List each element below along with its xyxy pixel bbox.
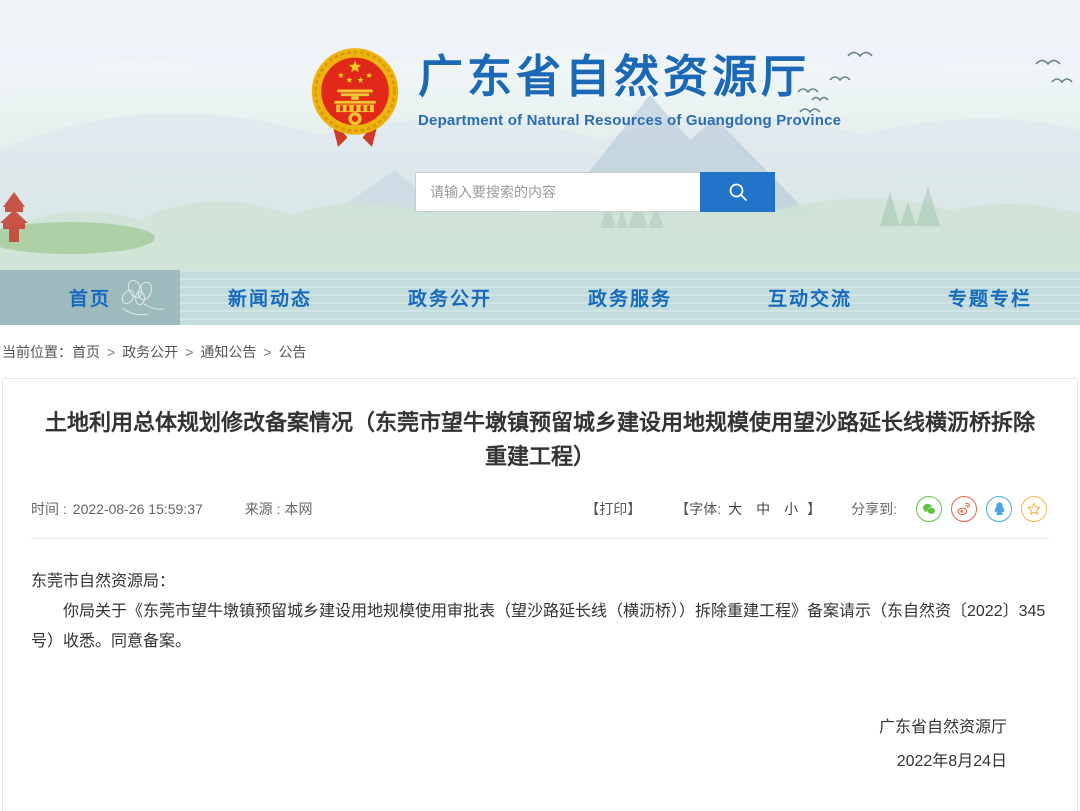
article-card: 土地利用总体规划修改备案情况（东莞市望牛墩镇预留城乡建设用地规模使用望沙路延长线…: [2, 378, 1078, 811]
breadcrumb-notices[interactable]: 通知公告: [200, 342, 256, 362]
article-body: 东莞市自然资源局： 你局关于《东莞市望牛墩镇预留城乡建设用地规模使用审批表（望沙…: [31, 567, 1049, 657]
search-button[interactable]: [700, 172, 775, 212]
qzone-share-icon[interactable]: [1021, 496, 1047, 522]
nav-item-label: 专题专栏: [948, 284, 1032, 311]
nav-item-news[interactable]: 新闻动态: [180, 270, 360, 325]
search-bar: [415, 172, 775, 212]
source-value: 本网: [284, 501, 312, 517]
font-size-prefix: 【字体:: [675, 499, 721, 519]
nav-item-gov-disclosure[interactable]: 政务公开: [360, 270, 540, 325]
source-label: 来源 :: [245, 501, 281, 517]
nav-item-label: 互动交流: [768, 284, 852, 311]
wechat-share-icon[interactable]: [916, 496, 942, 522]
nav-item-special-topics[interactable]: 专题专栏: [900, 270, 1080, 325]
nav-item-label: 首页: [69, 284, 111, 311]
breadcrumb: 当前位置： 首页 > 政务公开 > 通知公告 > 公告: [0, 325, 1080, 378]
breadcrumb-separator: >: [107, 344, 115, 360]
nav-item-interaction[interactable]: 互动交流: [720, 270, 900, 325]
share-icons-group: [907, 496, 1047, 522]
breadcrumb-prefix: 当前位置：: [2, 342, 72, 362]
time-label: 时间 :: [31, 499, 67, 519]
breadcrumb-announcement[interactable]: 公告: [279, 342, 307, 362]
breadcrumb-home[interactable]: 首页: [72, 342, 100, 362]
nav-item-gov-services[interactable]: 政务服务: [540, 270, 720, 325]
font-size-small[interactable]: 小: [784, 499, 798, 519]
site-header: 广东省自然资源厅 Department of Natural Resources…: [0, 0, 1080, 270]
font-size-suffix: 】: [807, 499, 821, 519]
nav-item-label: 新闻动态: [228, 284, 312, 311]
signature-block: 广东省自然资源厅 2022年8月24日: [31, 713, 1049, 777]
weibo-share-icon[interactable]: [951, 496, 977, 522]
font-size-medium[interactable]: 中: [756, 499, 770, 519]
article-title: 土地利用总体规划修改备案情况（东莞市望牛墩镇预留城乡建设用地规模使用望沙路延长线…: [35, 406, 1045, 474]
site-brand: 广东省自然资源厅 Department of Natural Resources…: [308, 46, 841, 150]
publish-time: 2022-08-26 15:59:37: [73, 501, 203, 517]
nav-item-label: 政务服务: [588, 284, 672, 311]
breadcrumb-gov-disclosure[interactable]: 政务公开: [122, 342, 178, 362]
article-tools: 【打印】 【字体: 大 中 小 】 分享到:: [585, 496, 1049, 522]
brand-text: 广东省自然资源厅 Department of Natural Resources…: [418, 46, 841, 129]
body-paragraph: 你局关于《东莞市望牛墩镇预留城乡建设用地规模使用审批表（望沙路延长线（横沥桥））…: [31, 597, 1049, 657]
site-title: 广东省自然资源厅: [418, 52, 841, 102]
nav-item-label: 政务公开: [408, 284, 492, 311]
magnifier-icon: [727, 181, 749, 203]
nav-item-home[interactable]: 首页: [0, 270, 180, 325]
share-label: 分享到:: [851, 499, 897, 519]
search-input[interactable]: [415, 172, 700, 212]
breadcrumb-separator: >: [185, 344, 193, 360]
site-subtitle-english: Department of Natural Resources of Guang…: [418, 112, 841, 129]
font-size-controls: 【字体: 大 中 小 】: [675, 499, 821, 519]
signature-agency: 广东省自然资源厅: [31, 713, 1007, 743]
flower-sketch-icon: [114, 276, 168, 320]
signature-date: 2022年8月24日: [31, 747, 1007, 777]
body-salutation: 东莞市自然资源局：: [31, 567, 1049, 597]
qq-share-icon[interactable]: [986, 496, 1012, 522]
print-button[interactable]: 【打印】: [585, 499, 641, 519]
national-emblem-icon: [308, 46, 402, 150]
article-meta-row: 时间 : 2022-08-26 15:59:37 来源 : 本网 【打印】 【字…: [31, 496, 1049, 539]
breadcrumb-separator: >: [263, 344, 271, 360]
main-nav: 首页 新闻动态 政务公开 政务服务 互动交流 专题专栏: [0, 270, 1080, 325]
font-size-large[interactable]: 大: [728, 499, 742, 519]
